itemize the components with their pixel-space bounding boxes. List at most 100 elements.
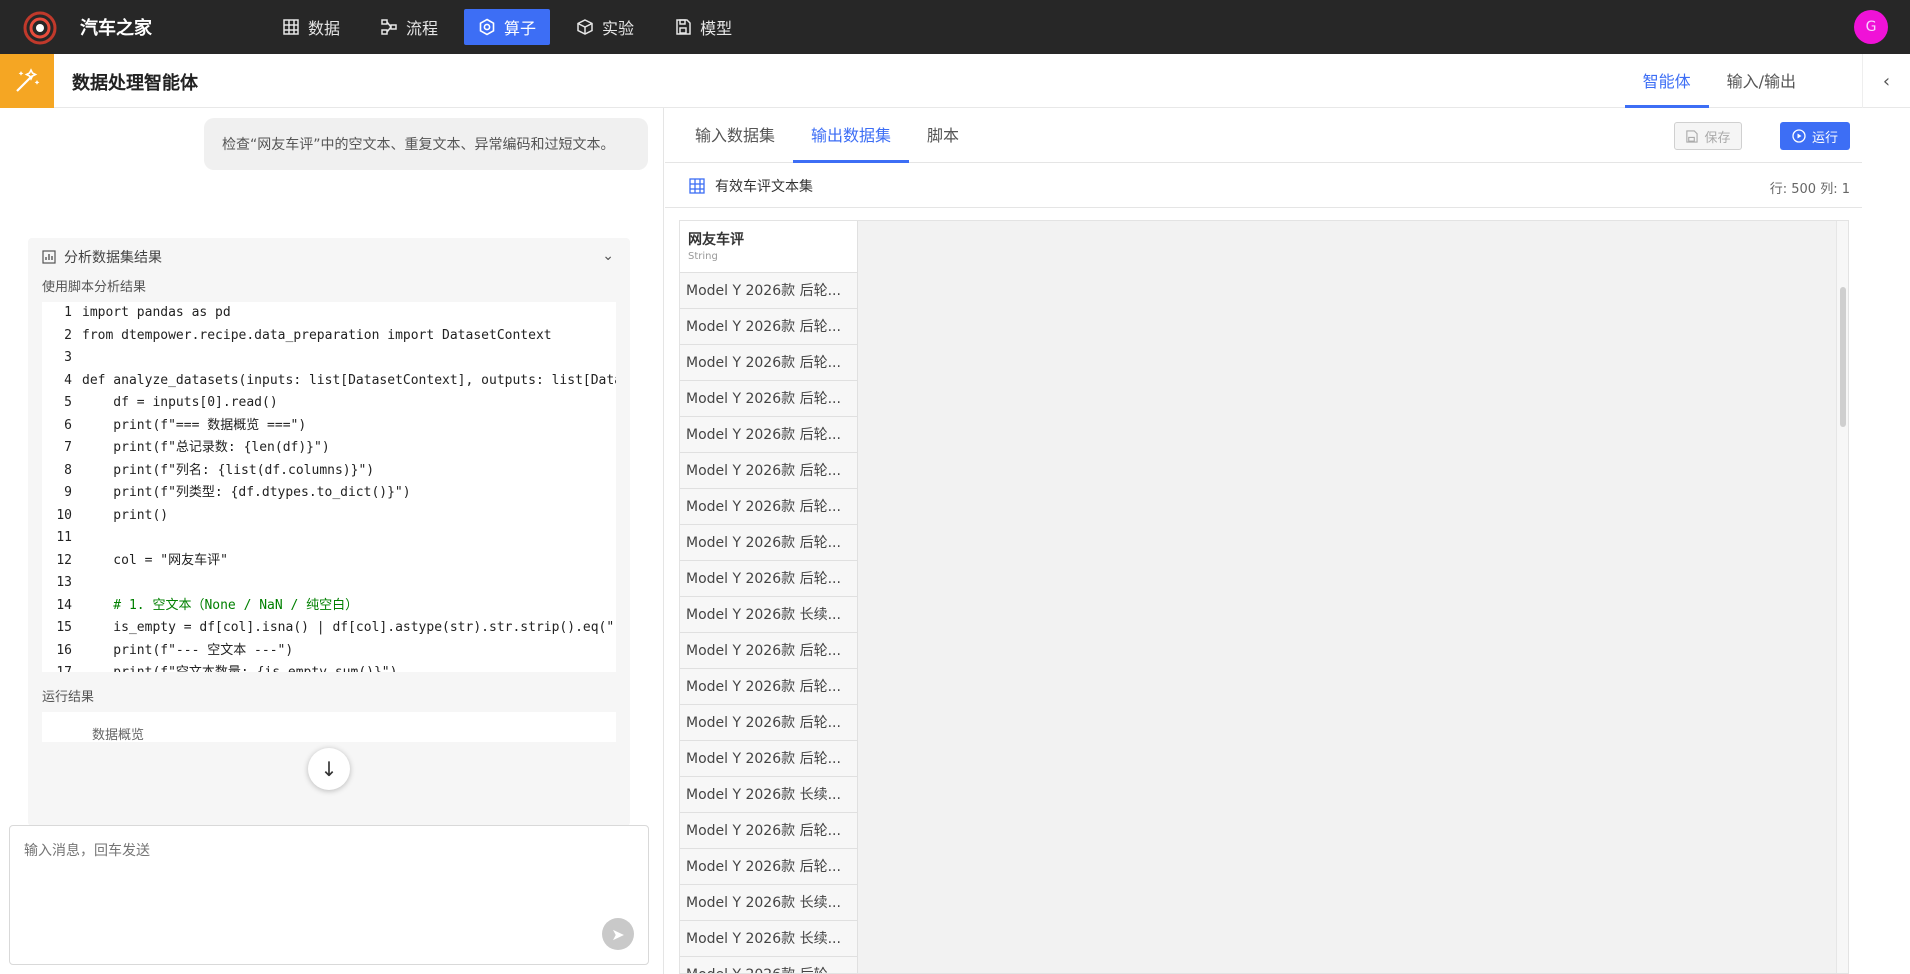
run-button[interactable]: 运行 <box>1780 122 1850 150</box>
analysis-card: 分析数据集结果 ⌄ 使用脚本分析结果 1 import pandas as pd 2… <box>28 238 630 826</box>
user-avatar[interactable]: G <box>1854 10 1888 44</box>
nav-item-data[interactable]: 数据 <box>268 9 354 45</box>
nav-item-flow[interactable]: 流程 <box>366 9 452 45</box>
table-row[interactable]: Model Y 2026款 后轮... <box>680 669 858 705</box>
scrollbar-thumb[interactable] <box>1840 287 1846 427</box>
page-title: 数据处理智能体 <box>72 73 198 94</box>
code-line: 7 print(f"总记录数: {len(df)}") <box>42 437 616 460</box>
code-line: 5 df = inputs[0].read() <box>42 392 616 415</box>
header-tabs: 智能体 输入/输出 <box>1624 54 1814 108</box>
analysis-title: 分析数据集结果 <box>64 250 162 266</box>
table-icon <box>689 177 705 194</box>
chat-panel: 检查“网友车评”中的空文本、重复文本、异常编码和过短文本。 分析数据集结果 ⌄ … <box>0 108 664 974</box>
table-row[interactable]: Model Y 2026款 后轮... <box>680 633 858 669</box>
tab-input-output[interactable]: 输入/输出 <box>1709 54 1814 108</box>
grid-rows: Model Y 2026款 后轮... Model Y 2026款 后轮... Mo… <box>680 273 858 973</box>
line-number: 1 <box>64 305 72 320</box>
run-result-label: 运行结果 <box>42 690 95 705</box>
script-label: 使用脚本分析结果 <box>42 280 147 295</box>
chevron-left-icon: ‹ <box>1882 70 1891 92</box>
code-line: 8 print(f"列名: {list(df.columns)}") <box>42 460 616 483</box>
column-header[interactable]: 网友车评 String <box>680 221 858 273</box>
top-bar: 汽车之家 数据 流程 算子 实验 模型 G <box>0 0 1910 54</box>
code-editor[interactable]: 1 import pandas as pd 2 from dtempower.reci… <box>42 302 616 672</box>
table-row[interactable]: Model Y 2026款 后轮... <box>680 273 858 309</box>
line-number: 4 <box>64 372 72 388</box>
table-row[interactable]: Model Y 2026款 后轮... <box>680 345 858 381</box>
code-line: 15 is_empty = df[col].isna() | df[col].a… <box>42 617 616 640</box>
line-number: 2 <box>64 327 72 343</box>
nav-item-operator[interactable]: 算子 <box>464 9 551 45</box>
line-number: 3 <box>64 350 72 365</box>
tab-script[interactable]: 脚本 <box>909 108 977 163</box>
nav-item-experiment[interactable]: 实验 <box>562 9 648 45</box>
column-type: String <box>688 251 718 262</box>
code-line: 11 <box>42 527 616 550</box>
code-text: df = inputs[0].read() <box>82 395 278 410</box>
save-button[interactable]: 保存 <box>1674 122 1742 150</box>
dataset-stats: 行: 500 列: 1 <box>1769 182 1850 197</box>
play-circle-icon <box>1792 129 1806 143</box>
code-text: is_empty = df[col].isna() | df[col].asty… <box>82 620 616 635</box>
table-row[interactable]: Model Y 2026款 长续... <box>680 885 858 921</box>
line-number: 16 <box>56 642 72 658</box>
code-line: 1 import pandas as pd <box>42 302 616 325</box>
table-row[interactable]: Model Y 2026款 长续... <box>680 777 858 813</box>
table-row[interactable]: Model Y 2026款 后轮... <box>680 561 858 597</box>
save-label: 保存 <box>1704 130 1731 146</box>
code-text: print(f"总记录数: {len(df)}") <box>82 440 330 455</box>
table-row[interactable]: Model Y 2026款 后轮... <box>680 453 858 489</box>
table-row[interactable]: Model Y 2026款 后轮... <box>680 705 858 741</box>
tab-input-dataset[interactable]: 输入数据集 <box>677 108 793 163</box>
save-icon <box>1686 129 1699 143</box>
message-input[interactable] <box>10 826 648 964</box>
code-text: import pandas as pd <box>82 305 231 320</box>
table-row[interactable]: Model Y 2026款 后轮... <box>680 381 858 417</box>
analysis-header[interactable]: 分析数据集结果 ⌄ <box>28 238 630 276</box>
nav-label: 实验 <box>602 19 635 38</box>
table-row[interactable]: Model Y 2026款 长续... <box>680 921 858 957</box>
table-row[interactable]: Model Y 2026款 后轮... <box>680 741 858 777</box>
app-logo-icon[interactable] <box>22 10 58 46</box>
chart-icon <box>42 250 56 264</box>
line-number: 6 <box>64 417 72 433</box>
tab-agent[interactable]: 智能体 <box>1624 54 1709 108</box>
title-bar: 数据处理智能体 智能体 输入/输出 ‹ <box>0 54 1910 108</box>
nav-label: 算子 <box>504 19 537 38</box>
nav-label: 流程 <box>406 19 439 38</box>
table-row[interactable]: Model Y 2026款 后轮... <box>680 813 858 849</box>
brand-name: 汽车之家 <box>80 18 152 39</box>
code-text: def analyze_datasets(inputs: list[Datase… <box>82 372 616 388</box>
table-row[interactable]: Model Y 2026款 后轮... <box>680 309 858 345</box>
nav-label: 数据 <box>308 19 341 38</box>
run-result-output[interactable]: 数据概览 <box>42 712 616 742</box>
save-model-icon <box>676 19 691 35</box>
vertical-scrollbar[interactable] <box>1836 221 1848 973</box>
line-number: 17 <box>42 662 82 672</box>
send-button[interactable]: ➤ <box>602 918 634 950</box>
table-row[interactable]: Model Y 2026款 长续... <box>680 597 858 633</box>
code-line: 12 col = "网友车评" <box>42 550 616 573</box>
code-text: print(f"=== 数据概览 ===") <box>82 417 307 433</box>
line-number: 12 <box>56 552 72 568</box>
code-line: 14 # 1. 空文本（None / NaN / 纯空白） <box>42 595 616 618</box>
table-row[interactable]: Model Y 2026款 后轮... <box>680 957 858 973</box>
line-number: 5 <box>64 395 72 410</box>
table-row[interactable]: Model Y 2026款 后轮... <box>680 849 858 885</box>
code-line: 17 print(f"空文本数量: {is_empty.sum()}") <box>42 662 616 672</box>
nav-item-model[interactable]: 模型 <box>660 9 746 45</box>
tab-output-dataset[interactable]: 输出数据集 <box>793 108 910 163</box>
table-row[interactable]: Model Y 2026款 后轮... <box>680 525 858 561</box>
dataset-name: 有效车评文本集 <box>715 178 813 195</box>
code-text: print(f"列类型: {df.dtypes.to_dict()}") <box>82 485 411 500</box>
code-line: 2 from dtempower.recipe.data_preparation … <box>42 325 616 348</box>
send-arrow-icon: ➤ <box>611 924 625 944</box>
table-row[interactable]: Model Y 2026款 后轮... <box>680 489 858 525</box>
dataset-panel: 输入数据集 输出数据集 脚本 保存 运行 有效车评文本集 行: 500 列: 1… <box>665 108 1862 974</box>
code-text: print(f"--- 空文本 ---") <box>82 642 294 658</box>
table-row[interactable]: Model Y 2026款 后轮... <box>680 417 858 453</box>
table-icon <box>283 19 299 35</box>
scroll-to-bottom-button[interactable]: ↓ <box>308 748 350 790</box>
chevron-down-icon[interactable]: ⌄ <box>602 248 614 264</box>
collapse-panel-button[interactable]: ‹ <box>1862 54 1910 108</box>
